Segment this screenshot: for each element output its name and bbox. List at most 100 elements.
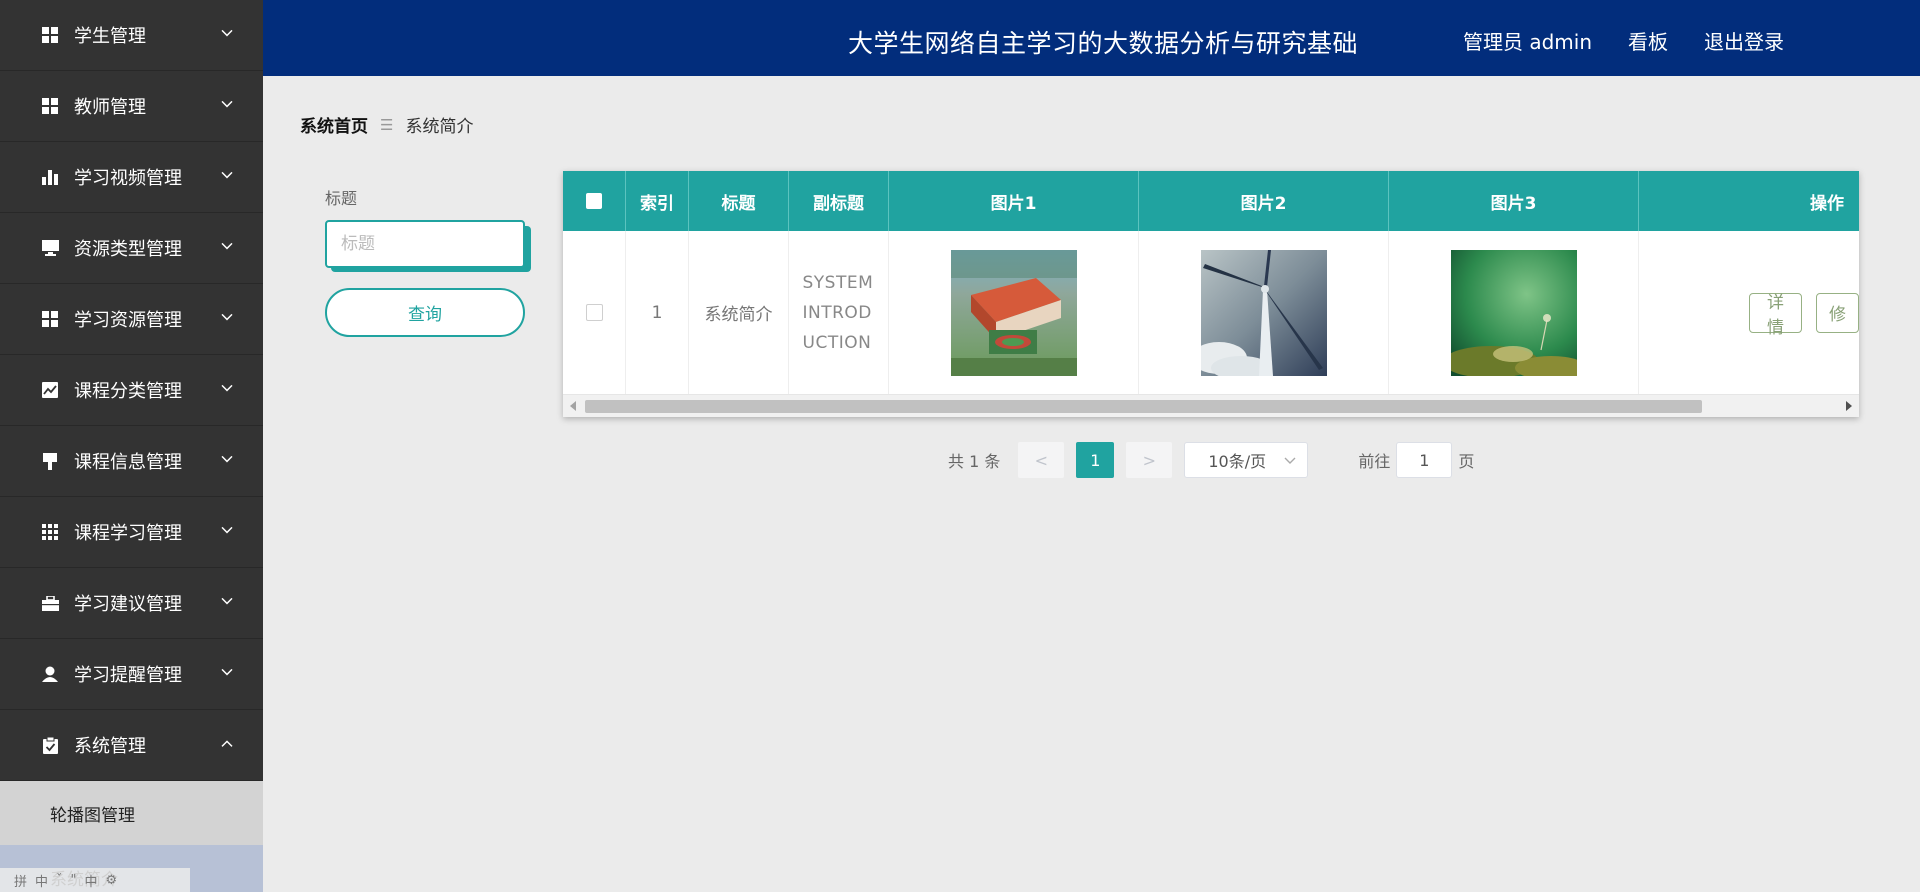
sidebar-item-system[interactable]: 系统管理 [0,710,263,781]
chevron-down-icon [219,96,235,112]
grid-icon [41,97,59,115]
bar-chart-icon [41,168,59,186]
sidebar-item-teacher[interactable]: 教师管理 [0,71,263,142]
sidebar-item-advice[interactable]: 学习建议管理 [0,568,263,639]
sidebar-item-label: 课程信息管理 [74,452,182,473]
ime-glyph[interactable]: 中 [85,871,98,890]
chevron-down-icon [219,380,235,396]
next-page-button[interactable]: > [1126,442,1173,478]
sidebar-item-course-info[interactable]: 课程信息管理 [0,426,263,497]
scroll-left-arrow-icon[interactable] [570,401,576,411]
chevron-down-icon [1284,457,1296,464]
sidebar: 学生管理 教师管理 学习视频管理 资源类型管理 学习资源管理 课程分类管理 课程… [0,0,263,892]
chevron-down-icon [219,522,235,538]
data-table: 索引 标题 副标题 图片1 图片2 图片3 操作 1 系统简介 SYSTEM I… [563,171,1859,417]
top-header: 大学生网络自主学习的大数据分析与研究基础 管理员 admin 看板 退出登录 [263,0,1920,76]
pagination-total: 共 1 条 [948,452,1001,471]
sidebar-item-reminder[interactable]: 学习提醒管理 [0,639,263,710]
ime-glyph[interactable]: 拼 [14,871,27,890]
row-image3-cell [1389,231,1639,394]
breadcrumb-home[interactable]: 系统首页 [300,112,368,137]
row-select-cell [563,231,626,394]
chevron-down-icon [219,167,235,183]
line-chart-icon [41,381,59,399]
ime-glyph[interactable]: ⚙ [106,873,118,888]
ime-glyph[interactable]: " [71,873,77,888]
search-title-input[interactable] [325,220,525,268]
sidebar-item-label: 教师管理 [74,97,146,118]
sidebar-item-video[interactable]: 学习视频管理 [0,142,263,213]
row-index: 1 [626,231,689,394]
prev-page-button[interactable]: < [1018,442,1065,478]
grid-icon [41,310,59,328]
sidebar-item-label: 系统管理 [74,736,146,757]
monitor-icon [41,239,59,257]
user-icon [41,665,59,683]
sidebar-subitem-carousel[interactable]: 轮播图管理 [0,781,263,845]
detail-button[interactable]: 详情 [1749,292,1802,338]
sidebar-item-course-study[interactable]: 课程学习管理 [0,497,263,568]
chevron-down-icon [219,451,235,467]
header-select-all[interactable] [563,171,626,231]
column-header-subtitle: 副标题 [789,171,889,231]
sidebar-item-label: 学习建议管理 [74,594,182,615]
grid-icon [41,26,59,44]
select-all-checkbox[interactable] [586,193,602,209]
chevron-down-icon [219,664,235,680]
chevron-down-icon [219,238,235,254]
row-title: 系统简介 [689,231,789,394]
wind-turbine-image[interactable] [1200,249,1327,376]
chevron-down-icon [219,309,235,325]
pagination: 共 1 条 < 1 > 10条/页 前往 页 [948,442,1474,478]
brush-icon [41,452,59,470]
sidebar-item-label: 资源类型管理 [74,239,182,260]
ime-toolbar: 拼 中 ˇ " 中 ⚙ [0,868,190,892]
sidebar-item-course-category[interactable]: 课程分类管理 [0,355,263,426]
row-subtitle: SYSTEM INTRODUCTION [802,272,874,353]
row-image2-cell [1139,231,1389,394]
column-header-actions: 操作 [1810,193,1844,214]
search-button[interactable]: 查询 [325,288,525,337]
table-header: 索引 标题 副标题 图片1 图片2 图片3 操作 [563,171,1859,231]
goto-page-input[interactable] [1396,442,1453,478]
apps-icon [41,523,59,541]
green-plant-image[interactable] [1450,249,1577,376]
chevron-down-icon [219,593,235,609]
briefcase-icon [41,594,59,612]
ime-glyph[interactable]: ˇ [56,873,63,888]
sidebar-item-resource[interactable]: 学习资源管理 [0,284,263,355]
dashboard-link[interactable]: 看板 [1628,26,1668,55]
table-row: 1 系统简介 SYSTEM INTRODUCTION 详情 修 [563,231,1859,394]
row-image1-cell [889,231,1139,394]
column-header-image2: 图片2 [1139,171,1389,231]
breadcrumb-separator: ☰ [380,115,394,134]
sidebar-item-resource-type[interactable]: 资源类型管理 [0,213,263,284]
ime-glyph[interactable]: 中 [35,871,48,890]
row-actions-cell: 详情 修 [1639,231,1859,394]
goto-label: 前往 [1358,452,1391,471]
campus-aerial-image[interactable] [950,249,1077,376]
column-header-image3: 图片3 [1389,171,1639,231]
scrollbar-thumb[interactable] [585,400,1702,413]
scroll-right-arrow-icon[interactable] [1846,401,1852,411]
sidebar-item-label: 学习资源管理 [74,310,182,331]
edit-button[interactable]: 修 [1816,292,1859,333]
breadcrumb: 系统首页 ☰ 系统简介 [300,112,474,138]
chevron-down-icon [219,25,235,41]
chevron-up-icon [219,735,235,751]
sidebar-item-label: 学习视频管理 [74,168,182,189]
page-size-value: 10条/页 [1208,452,1267,471]
column-header-title: 标题 [689,171,789,231]
sidebar-item-student[interactable]: 学生管理 [0,0,263,71]
sidebar-item-label: 学生管理 [74,26,146,47]
row-checkbox[interactable] [585,304,603,321]
sidebar-item-label: 课程分类管理 [74,381,182,402]
page-1-button[interactable]: 1 [1076,442,1115,478]
logout-link[interactable]: 退出登录 [1704,26,1784,55]
sidebar-item-label: 学习提醒管理 [74,665,182,686]
page-size-select[interactable]: 10条/页 [1184,442,1309,478]
admin-user-label: 管理员 admin [1463,30,1593,54]
horizontal-scrollbar[interactable] [563,394,1859,417]
column-header-image1: 图片1 [889,171,1139,231]
breadcrumb-current: 系统简介 [405,117,474,137]
